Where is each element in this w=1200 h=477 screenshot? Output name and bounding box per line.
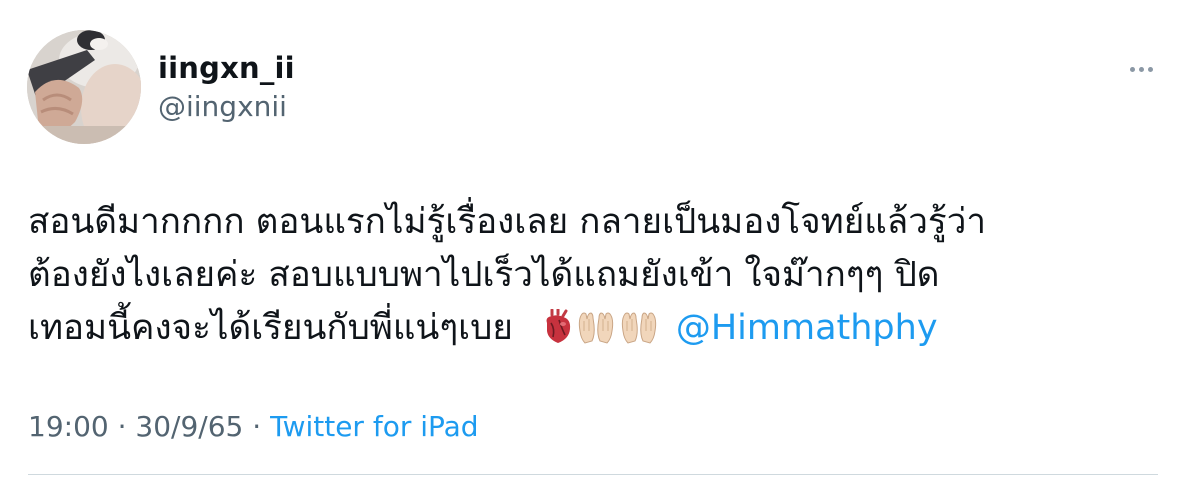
palms-up-together-icon xyxy=(619,308,659,361)
tweet-text-line-last: เทอมนี้คงจะได้เรียนกับพี่แน่ๆเบย @Himmat… xyxy=(28,302,1148,361)
divider xyxy=(28,474,1158,475)
user-handle[interactable]: @iingxnii xyxy=(158,89,295,125)
anatomical-heart-icon xyxy=(543,307,573,361)
tweet-card: iingxn_ii @iingxnii สอนดีมากกกก ตอนแรกไม… xyxy=(0,0,1200,477)
palms-up-together-icon xyxy=(576,308,616,361)
user-info: iingxn_ii @iingxnii xyxy=(158,50,295,125)
avatar[interactable] xyxy=(27,30,141,144)
tweet-text-line: สอนดีมากกกก ตอนแรกไม่รู้เรื่องเลย กลายเป… xyxy=(28,202,987,242)
tweet-date[interactable]: 30/9/65 xyxy=(135,410,243,443)
tweet-text-segment: เทอมนี้คงจะได้เรียนกับพี่แน่ๆเบย xyxy=(28,308,513,348)
more-options-icon[interactable] xyxy=(1122,58,1162,82)
tweet-meta: 19:00 · 30/9/65 · Twitter for iPad xyxy=(28,409,479,445)
meta-separator: · xyxy=(252,410,262,443)
mention-link[interactable]: @Himmathphy xyxy=(676,308,938,348)
tweet-source-link[interactable]: Twitter for iPad xyxy=(270,410,478,443)
tweet-time[interactable]: 19:00 xyxy=(28,410,109,443)
display-name[interactable]: iingxn_ii xyxy=(158,50,295,86)
tweet-text: สอนดีมากกกก ตอนแรกไม่รู้เรื่องเลย กลายเป… xyxy=(28,196,1148,361)
meta-separator: · xyxy=(117,410,127,443)
tweet-text-line: ต้องยังไงเลยค่ะ สอบแบบพาไปเร็วได้แถมยังเ… xyxy=(28,255,940,295)
